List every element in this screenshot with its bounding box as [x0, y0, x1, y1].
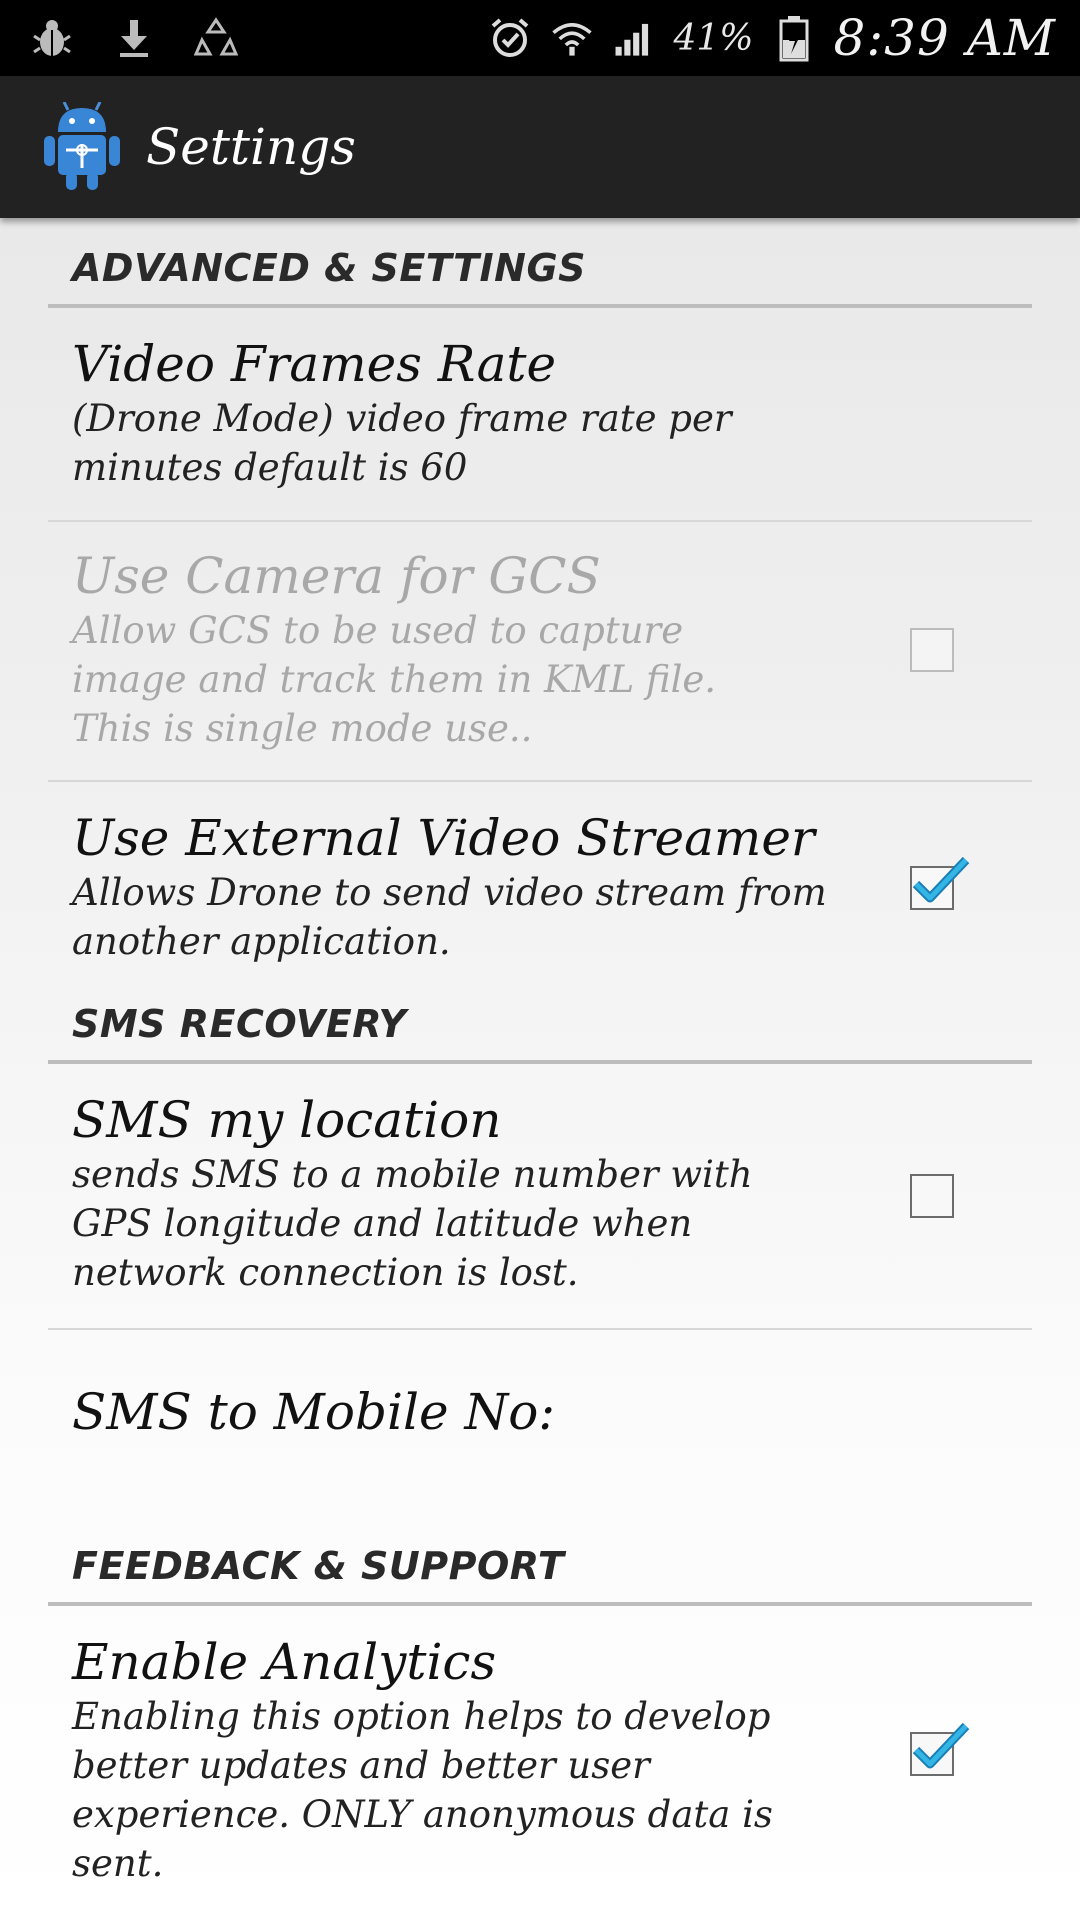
category-header-advanced: ADVANCED & SETTINGS	[48, 218, 1032, 304]
pref-sms-my-location[interactable]: SMS my location sends SMS to a mobile nu…	[48, 1064, 1032, 1328]
recycle-icon	[194, 16, 238, 60]
pref-summary: Allow GCS to be used to capture image an…	[72, 609, 717, 750]
wifi-icon	[550, 16, 594, 60]
category-header-label: ADVANCED & SETTINGS	[72, 246, 587, 290]
category-header-sms: SMS RECOVERY	[48, 1002, 1032, 1060]
page-title: Settings	[146, 118, 356, 176]
action-bar: Settings	[0, 76, 1080, 218]
alarm-icon	[488, 16, 532, 60]
pref-title: Video Frames Rate	[72, 335, 557, 393]
pref-title: SMS to Mobile No:	[72, 1383, 556, 1441]
pref-title: Use Camera for GCS	[72, 547, 601, 605]
analytics-checkbox[interactable]	[910, 1722, 970, 1776]
pref-summary: Enabling this option helps to develop be…	[72, 1695, 773, 1885]
android-drone-app-icon[interactable]	[44, 101, 120, 192]
battery-icon	[772, 16, 816, 62]
clock: 8:39 AM	[833, 9, 1056, 67]
settings-list: ADVANCED & SETTINGS Video Frames Rate (D…	[0, 218, 1080, 1885]
category-header-label: FEEDBACK & SUPPORT	[72, 1544, 565, 1588]
pref-title: Enable Analytics	[72, 1633, 497, 1691]
signal-icon	[612, 16, 656, 60]
bug-icon	[30, 16, 74, 60]
pref-summary: (Drone Mode) video frame rate per minute…	[72, 397, 732, 489]
category-header-label: SMS RECOVERY	[72, 1002, 407, 1046]
pref-enable-analytics[interactable]: Enable Analytics Enabling this option he…	[48, 1606, 1032, 1885]
pref-title: Use External Video Streamer	[72, 809, 815, 867]
category-header-feedback: FEEDBACK & SUPPORT	[48, 1518, 1032, 1602]
pref-video-frames-rate[interactable]: Video Frames Rate (Drone Mode) video fra…	[48, 308, 1032, 520]
pref-summary: Allows Drone to send video stream from a…	[72, 871, 827, 963]
status-bar: 41% 8:39 AM	[0, 0, 1080, 76]
external-video-checkbox[interactable]	[910, 856, 970, 910]
checkmark-icon	[912, 856, 970, 903]
download-icon	[112, 16, 156, 60]
pref-sms-mobile-number[interactable]: SMS to Mobile No:	[48, 1330, 1032, 1518]
battery-percent: 41%	[673, 17, 754, 59]
pref-title: SMS my location	[72, 1091, 502, 1149]
sms-location-checkbox[interactable]	[910, 1174, 954, 1218]
pref-use-camera-gcs: Use Camera for GCS Allow GCS to be used …	[48, 522, 1032, 780]
checkmark-icon	[912, 1722, 970, 1769]
pref-external-video-streamer[interactable]: Use External Video Streamer Allows Drone…	[48, 782, 1032, 1002]
pref-summary: sends SMS to a mobile number with GPS lo…	[72, 1153, 753, 1294]
camera-gcs-checkbox	[910, 628, 954, 672]
